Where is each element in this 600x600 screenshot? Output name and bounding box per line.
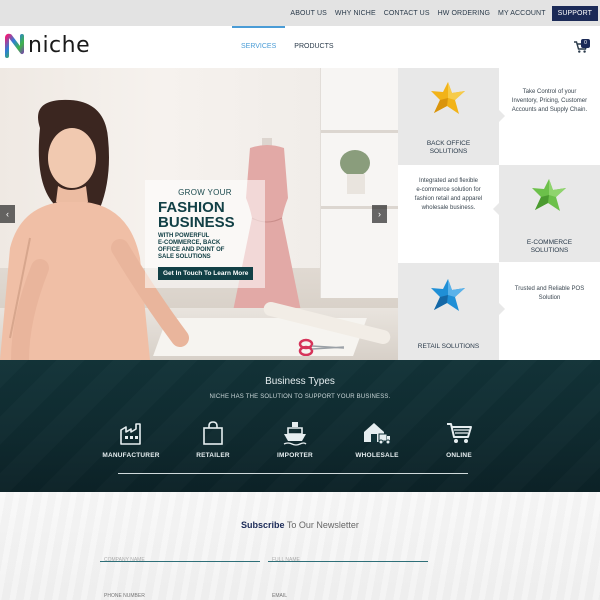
hero-plant-image — [340, 150, 370, 176]
hero-subline-2: E-COMMERCE, BACK — [158, 240, 221, 246]
brand-name: niche — [28, 32, 91, 58]
back-office-description: Take Control of your Inventory, Pricing,… — [499, 68, 600, 165]
retail-description: Trusted and Reliable POS Solution — [499, 263, 600, 360]
newsletter-title-rest: To Our Newsletter — [284, 520, 359, 530]
business-types-title: Business Types — [265, 376, 335, 387]
business-type-retailer[interactable]: RETAILER — [178, 420, 248, 459]
hero-kicker: GROW YOUR — [178, 188, 232, 197]
get-in-touch-button[interactable]: Get In Touch To Learn More — [158, 267, 254, 280]
back-office-title-line1: BACK OFFICE — [426, 140, 471, 147]
retail-tile[interactable]: RETAIL SOLUTIONS — [398, 263, 499, 360]
cart-count-badge: 0 — [581, 39, 590, 48]
hero-headline: FASHION BUSINESS — [151, 200, 259, 230]
retail-star-icon — [431, 279, 465, 311]
business-type-label: IMPORTER — [277, 452, 313, 459]
niche-logo-mark-icon — [5, 33, 24, 58]
ecommerce-star-icon — [532, 179, 566, 211]
topbar-link-hw-ordering[interactable]: HW ORDERING — [438, 10, 490, 17]
business-type-manufacturer[interactable]: MANUFACTURER — [96, 420, 166, 459]
business-type-label: ONLINE — [446, 452, 472, 459]
newsletter-section: Subscribe To Our Newsletter — [0, 492, 600, 600]
back-office-title-line2: SOLUTIONS — [429, 148, 468, 155]
support-button[interactable]: SUPPORT — [551, 5, 598, 21]
hero-headline-line2: BUSINESS — [158, 214, 235, 231]
topbar-link-about-us[interactable]: ABOUT US — [290, 10, 326, 17]
ship-icon — [283, 422, 307, 446]
email-input[interactable] — [268, 590, 428, 600]
topbar-link-why-niche[interactable]: WHY NICHE — [335, 10, 376, 17]
business-type-wholesale[interactable]: WHOLESALE — [342, 420, 412, 459]
business-type-label: RETAILER — [196, 452, 230, 459]
business-type-label: MANUFACTURER — [102, 452, 160, 459]
ecommerce-desc-line2: e-commerce solution for — [416, 187, 481, 193]
hero-slider: GROW YOUR FASHION BUSINESS WITH POWERFUL… — [0, 68, 398, 360]
factory-icon — [120, 423, 141, 445]
shopping-cart-icon — [447, 423, 472, 443]
hero-headline-line1: FASHION — [158, 199, 225, 216]
newsletter-title: Subscribe To Our Newsletter — [0, 520, 600, 530]
ecommerce-desc-line4: wholesale business. — [421, 205, 476, 211]
back-office-tile[interactable]: BACK OFFICE SOLUTIONS — [398, 68, 499, 165]
back-office-desc-text: Take Control of your Inventory, Pricing,… — [505, 88, 594, 115]
back-office-desc-line3: Accounts and Supply Chain. — [511, 107, 588, 113]
ecommerce-title-line2: SOLUTIONS — [530, 247, 569, 254]
business-type-importer[interactable]: IMPORTER — [260, 420, 330, 459]
hero-subline-4: SALE SOLUTIONS — [158, 254, 211, 260]
back-office-title: BACK OFFICE SOLUTIONS — [404, 140, 493, 156]
ecommerce-title: E-COMMERCE SOLUTIONS — [505, 239, 594, 255]
hero-subheadline: WITH POWERFUL E-COMMERCE, BACK OFFICE AN… — [151, 233, 259, 261]
business-type-online[interactable]: ONLINE — [424, 420, 494, 459]
logo[interactable]: niche — [4, 32, 90, 58]
ecommerce-desc-text: Integrated and flexible e-commerce solut… — [404, 177, 493, 213]
primary-nav: SERVICES PRODUCTS — [232, 26, 343, 68]
back-office-desc-line2: Inventory, Pricing, Customer — [511, 98, 588, 104]
hero-subline-1: WITH POWERFUL — [158, 233, 210, 239]
nav-item-products[interactable]: PRODUCTS — [285, 26, 342, 68]
email-field — [268, 584, 428, 600]
back-office-star-icon — [431, 82, 465, 114]
ecommerce-tile[interactable]: E-COMMERCE SOLUTIONS — [499, 165, 600, 262]
retail-notch — [499, 303, 505, 315]
full-name-field — [268, 548, 428, 566]
retail-title: RETAIL SOLUTIONS — [417, 343, 480, 350]
company-name-field — [100, 548, 260, 566]
warehouse-truck-icon — [364, 423, 391, 445]
business-types-section: Business Types NICHE HAS THE SOLUTION TO… — [0, 360, 600, 492]
solutions-grid: BACK OFFICE SOLUTIONS Take Control of yo… — [398, 68, 600, 360]
newsletter-title-bold: Subscribe — [241, 520, 285, 530]
hero-pot-image — [347, 174, 365, 194]
ecommerce-desc-line1: Integrated and flexible — [418, 178, 479, 184]
topbar-link-contact-us[interactable]: CONTACT US — [384, 10, 430, 17]
top-utility-bar: ABOUT US WHY NICHE CONTACT US HW ORDERIN… — [0, 0, 600, 26]
retail-desc-line2: Solution — [538, 295, 561, 301]
hero-caption: GROW YOUR FASHION BUSINESS WITH POWERFUL… — [145, 180, 265, 288]
business-type-label: WHOLESALE — [355, 452, 399, 459]
topbar-link-my-account[interactable]: MY ACCOUNT — [498, 10, 546, 17]
phone-number-input[interactable] — [100, 590, 260, 600]
company-name-input[interactable] — [100, 554, 260, 566]
retail-desc-line1: Trusted and Reliable POS — [514, 286, 585, 292]
main-navbar: niche SERVICES PRODUCTS 0 — [0, 26, 600, 68]
ecommerce-description: Integrated and flexible e-commerce solut… — [398, 165, 499, 262]
shopping-bag-icon — [203, 421, 223, 445]
nav-item-services[interactable]: SERVICES — [232, 26, 286, 68]
full-name-input[interactable] — [268, 554, 428, 566]
hero-subline-3: OFFICE AND POINT OF — [158, 247, 225, 253]
ecommerce-title-line1: E-COMMERCE — [526, 239, 573, 246]
slider-prev-arrow-icon[interactable]: ‹ — [0, 205, 15, 223]
ecommerce-desc-line3: fashion retail and apparel — [414, 196, 483, 202]
slider-next-arrow-icon[interactable]: › — [372, 205, 387, 223]
retail-desc-text: Trusted and Reliable POS Solution — [505, 285, 594, 303]
scissors-image — [298, 338, 345, 356]
back-office-desc-line1: Take Control of your — [522, 89, 577, 95]
business-types-subtitle: NICHE HAS THE SOLUTION TO SUPPORT YOUR B… — [209, 394, 391, 400]
phone-number-field — [100, 584, 260, 600]
section-divider — [118, 473, 468, 474]
